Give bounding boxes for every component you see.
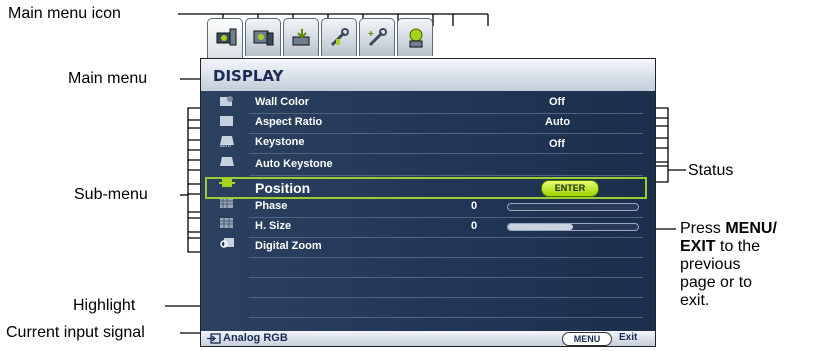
callout-exit-line: EXIT to the bbox=[680, 238, 761, 255]
system-setup-basic-icon bbox=[330, 28, 349, 47]
wall-color-icon bbox=[220, 96, 233, 106]
wall-color-status: Off bbox=[549, 96, 565, 108]
auto-keystone-icon bbox=[220, 157, 234, 166]
aspect-ratio-icon bbox=[220, 116, 233, 126]
main-menu-header: DISPLAY bbox=[201, 59, 655, 91]
sub-menu-item-wall-color[interactable]: Wall Color Off bbox=[249, 93, 643, 114]
osd-menu-panel: DISPLAY AUTO Wall Color Off Aspect Ratio… bbox=[200, 58, 656, 347]
keystone-status: Off bbox=[549, 138, 565, 150]
callout-current-input-signal: Current input signal bbox=[6, 324, 145, 341]
information-icon bbox=[409, 28, 423, 48]
callout-page-line: page or to bbox=[680, 274, 753, 291]
empty-row bbox=[249, 277, 643, 298]
osd-footer: Analog RGB MENU Exit bbox=[201, 331, 655, 346]
phase-label: Phase bbox=[255, 200, 288, 212]
callout-sub-menu: Sub-menu bbox=[74, 186, 148, 203]
source-icon bbox=[292, 29, 310, 46]
aspect-ratio-label: Aspect Ratio bbox=[255, 116, 323, 128]
enter-button[interactable]: ENTER bbox=[541, 180, 599, 197]
menu-button[interactable]: MENU bbox=[562, 332, 612, 346]
callout-exit-end: exit. bbox=[680, 292, 710, 309]
callout-press-menu-exit: Press MENU/ bbox=[680, 220, 777, 237]
current-input-signal: Analog RGB bbox=[223, 332, 288, 344]
empty-row bbox=[249, 297, 643, 318]
sub-menu-item-phase[interactable]: Phase 0 bbox=[249, 197, 643, 218]
digital-zoom-icon bbox=[220, 238, 234, 248]
sub-menu-item-keystone[interactable]: Keystone Off bbox=[249, 133, 643, 154]
svg-text:AUTO: AUTO bbox=[220, 143, 231, 147]
svg-text:+: + bbox=[368, 29, 374, 40]
tab-system-setup-advanced[interactable]: + bbox=[359, 18, 395, 56]
h-size-slider-fill bbox=[508, 224, 573, 230]
h-size-slider[interactable] bbox=[507, 223, 639, 231]
tab-system-setup-basic[interactable] bbox=[321, 18, 357, 56]
keystone-icon: AUTO bbox=[220, 136, 234, 147]
h-size-label: H. Size bbox=[255, 220, 292, 232]
tab-source[interactable] bbox=[283, 18, 319, 56]
callout-main-menu-icon: Main menu icon bbox=[8, 5, 121, 22]
digital-zoom-label: Digital Zoom bbox=[255, 240, 322, 252]
main-menu-title: DISPLAY bbox=[213, 67, 284, 85]
callout-previous-line: previous bbox=[680, 256, 741, 273]
wall-color-label: Wall Color bbox=[255, 96, 309, 108]
keystone-label: Keystone bbox=[255, 136, 305, 148]
aspect-ratio-status: Auto bbox=[545, 116, 571, 128]
tab-display[interactable] bbox=[207, 18, 243, 60]
tab-picture[interactable] bbox=[245, 18, 281, 56]
sub-menu-item-h-size[interactable]: H. Size 0 bbox=[249, 217, 643, 238]
tab-information[interactable] bbox=[397, 18, 433, 56]
input-source-icon bbox=[207, 333, 221, 344]
sub-menu-item-aspect-ratio[interactable]: Aspect Ratio Auto bbox=[249, 113, 643, 134]
position-label: Position bbox=[255, 180, 311, 196]
h-size-value: 0 bbox=[471, 220, 478, 232]
empty-row bbox=[249, 257, 643, 278]
sub-menu-item-auto-keystone[interactable]: Auto Keystone bbox=[249, 155, 643, 176]
sub-menu-item-position-highlight[interactable]: Position ENTER bbox=[205, 177, 647, 199]
auto-keystone-label: Auto Keystone bbox=[255, 158, 333, 170]
exit-label: Exit bbox=[619, 332, 638, 343]
system-setup-advanced-icon: + bbox=[368, 28, 387, 47]
phase-slider[interactable] bbox=[507, 203, 639, 211]
sub-menu-list: AUTO Wall Color Off Aspect Ratio Auto Ke… bbox=[201, 91, 655, 331]
picture-icon bbox=[253, 30, 274, 46]
callout-status: Status bbox=[688, 162, 734, 179]
sub-menu-item-digital-zoom[interactable]: Digital Zoom bbox=[249, 237, 643, 258]
h-size-icon bbox=[220, 218, 233, 228]
phase-value: 0 bbox=[471, 200, 478, 212]
callout-highlight: Highlight bbox=[73, 297, 136, 314]
callout-main-menu: Main menu bbox=[68, 70, 148, 87]
display-icon bbox=[216, 28, 237, 46]
